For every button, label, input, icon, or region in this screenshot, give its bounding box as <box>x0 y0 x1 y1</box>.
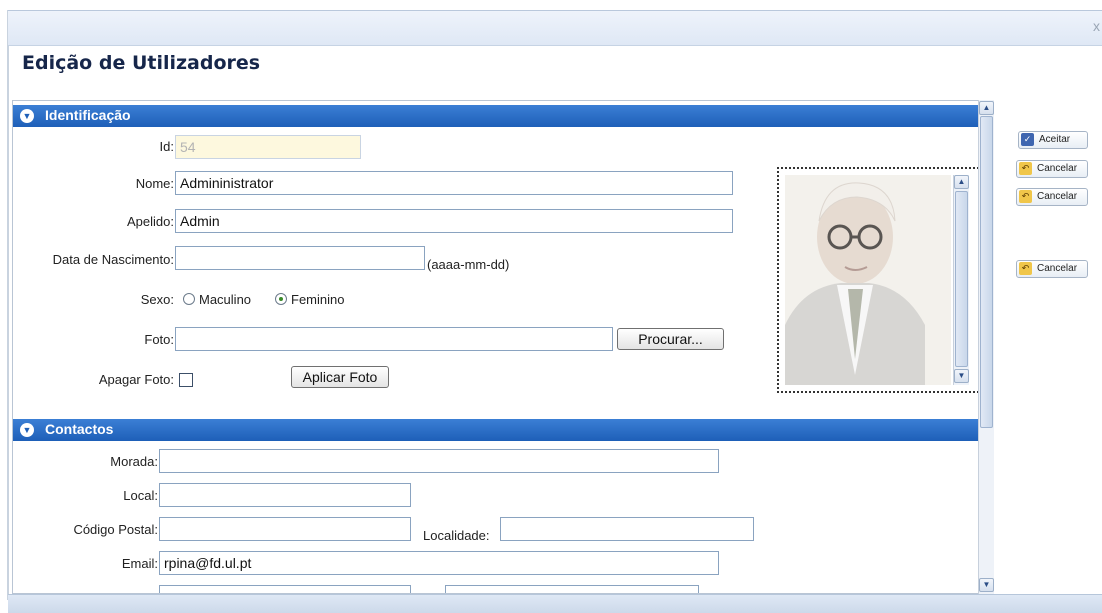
form-panel: ▼ Identificação Id: 54 Nome: Admininistr… <box>12 100 980 594</box>
local-label: Local: <box>123 488 158 503</box>
user-photo <box>785 175 951 385</box>
check-icon: ✓ <box>1021 133 1034 146</box>
window-bottom-bar <box>8 594 1102 613</box>
apagar-foto-checkbox[interactable] <box>179 373 193 387</box>
codigo-postal-label: Código Postal: <box>73 522 158 537</box>
foto-label: Foto: <box>144 332 174 347</box>
cancelar-button-2-label: Cancelar <box>1037 191 1078 202</box>
nascimento-input[interactable] <box>175 246 425 270</box>
localidade-label: Localidade: <box>423 528 490 543</box>
main-scrollbar[interactable]: ▲ ▼ <box>978 100 994 594</box>
cancelar-button-1[interactable]: ↶ Cancelar <box>1016 160 1088 178</box>
aceitar-button-label: Aceitar <box>1039 134 1071 145</box>
codigo-postal-input[interactable] <box>159 517 411 541</box>
morada-label: Morada: <box>110 454 158 469</box>
id-field: 54 <box>175 135 361 159</box>
section-title-contactos: Contactos <box>45 421 114 437</box>
nome-input[interactable]: Admininistrator <box>175 171 733 195</box>
cancelar-button-2[interactable]: ↶ Cancelar <box>1016 188 1088 206</box>
section-header-contactos[interactable]: ▼ Contactos <box>13 419 979 441</box>
radio-feminino[interactable] <box>275 293 287 305</box>
photo-preview: ▲ ▼ <box>777 167 979 393</box>
sexo-label: Sexo: <box>140 292 174 307</box>
email-label: Email: <box>121 556 158 571</box>
cancelar-button-3[interactable]: ↶ Cancelar <box>1016 260 1088 278</box>
scroll-up-icon[interactable]: ▲ <box>979 101 994 115</box>
page-title: Edição de Utilizadores <box>22 52 261 74</box>
localidade-input[interactable] <box>500 517 754 541</box>
radio-maculino[interactable] <box>183 293 195 305</box>
apelido-label: Apelido: <box>127 214 174 229</box>
scroll-down-icon[interactable]: ▼ <box>979 578 994 592</box>
local-input[interactable] <box>159 483 411 507</box>
scroll-down-icon[interactable]: ▼ <box>954 369 969 383</box>
nascimento-label: Data de Nascimento: <box>52 252 174 267</box>
photo-scroll-thumb[interactable] <box>955 191 968 367</box>
apelido-input[interactable]: Admin <box>175 209 733 233</box>
close-icon[interactable]: x <box>1093 18 1100 34</box>
cancelar-button-1-label: Cancelar <box>1037 163 1078 174</box>
chevron-down-icon[interactable]: ▼ <box>20 109 34 123</box>
section-header-identificacao[interactable]: ▼ Identificação <box>13 105 979 127</box>
procurar-button[interactable]: Procurar... <box>617 328 724 350</box>
morada-input[interactable] <box>159 449 719 473</box>
scroll-up-icon[interactable]: ▲ <box>954 175 969 189</box>
id-label: Id: <box>159 139 174 154</box>
undo-arrow-icon: ↶ <box>1019 262 1032 275</box>
aplicar-foto-button[interactable]: Aplicar Foto <box>291 366 389 388</box>
undo-arrow-icon: ↶ <box>1019 190 1032 203</box>
cancelar-button-3-label: Cancelar <box>1037 263 1078 274</box>
date-format-hint: (aaaa-mm-dd) <box>427 257 510 272</box>
section-title-identificacao: Identificação <box>45 107 131 123</box>
next-row-input-2[interactable] <box>445 585 699 593</box>
photo-scrollbar[interactable]: ▲ ▼ <box>953 175 969 385</box>
chevron-down-icon[interactable]: ▼ <box>20 423 34 437</box>
nome-label: Nome: <box>135 176 174 191</box>
aceitar-button[interactable]: ✓ Aceitar <box>1018 131 1088 149</box>
main-scroll-thumb[interactable] <box>980 116 993 428</box>
email-input[interactable]: rpina@fd.ul.pt <box>159 551 719 575</box>
window-left-edge <box>7 10 9 600</box>
undo-arrow-icon: ↶ <box>1019 162 1032 175</box>
foto-file-input[interactable] <box>175 327 613 351</box>
radio-maculino-label: Maculino <box>199 292 252 307</box>
apagar-foto-label: Apagar Foto: <box>98 372 174 387</box>
window-titlebar <box>8 10 1102 46</box>
next-row-input-1[interactable] <box>159 585 411 593</box>
radio-feminino-label: Feminino <box>291 292 345 307</box>
